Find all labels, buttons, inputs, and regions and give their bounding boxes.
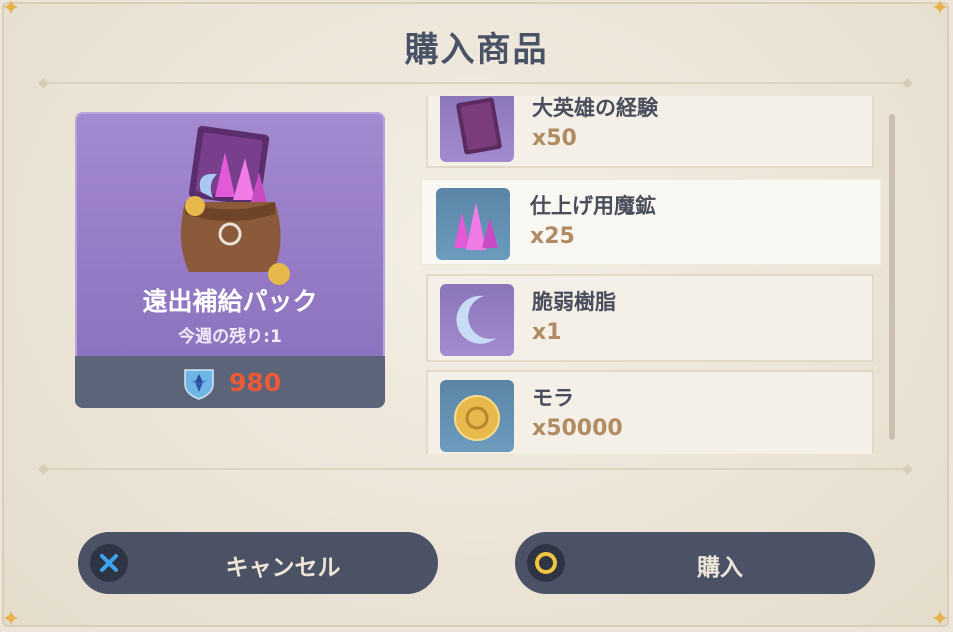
- cancel-button[interactable]: キャンセル: [78, 532, 438, 594]
- item-thumbnail: [440, 380, 514, 452]
- list-item[interactable]: 脆弱樹脂 x1: [426, 274, 874, 362]
- item-name: 大英雄の経験: [532, 96, 658, 120]
- divider-diamond-icon: ◆: [902, 75, 913, 91]
- cancel-x-icon: [90, 544, 128, 582]
- crystal-icon: [454, 202, 498, 250]
- buy-button-label: 購入: [697, 555, 743, 581]
- item-quantity: x50000: [532, 416, 623, 441]
- scroll-thumb[interactable]: [889, 114, 895, 440]
- item-thumbnail: [440, 284, 514, 356]
- divider-diamond-icon: ◆: [38, 461, 49, 477]
- book-icon: [456, 97, 502, 155]
- item-list[interactable]: 大英雄の経験 x50 仕上げ用魔鉱 x25 脆弱樹脂 x1 モラ x50000: [420, 96, 890, 454]
- divider-diamond-icon: ◆: [902, 461, 913, 477]
- list-scrollbar[interactable]: [888, 104, 896, 444]
- corner-star-icon: ✦: [930, 0, 950, 21]
- pack-price-value: 980: [229, 368, 282, 397]
- dialog-title: 購入商品: [404, 30, 549, 70]
- supply-bag-icon: [180, 125, 290, 285]
- corner-star-icon: ✦: [1, 607, 21, 632]
- list-item[interactable]: 仕上げ用魔鉱 x25: [420, 178, 882, 266]
- primogem-icon: [184, 369, 214, 400]
- divider-diamond-icon: ◆: [38, 75, 49, 91]
- item-name: 仕上げ用魔鉱: [530, 194, 656, 218]
- item-quantity: x50: [532, 126, 577, 151]
- pack-name: 遠出補給パック: [142, 287, 318, 316]
- corner-star-icon: ✦: [930, 607, 950, 632]
- divider: ◆ ◆: [38, 76, 913, 90]
- cancel-button-label: キャンセル: [225, 555, 341, 581]
- item-thumbnail: [440, 96, 514, 162]
- list-item[interactable]: モラ x50000: [426, 370, 874, 454]
- divider: ◆ ◆: [38, 462, 913, 476]
- item-quantity: x1: [532, 320, 562, 345]
- mora-coin-icon: [454, 395, 500, 441]
- buy-button[interactable]: 購入: [515, 532, 875, 594]
- pack-remaining: 今週の残り:1: [178, 327, 282, 347]
- item-quantity: x25: [530, 224, 575, 249]
- item-name: モラ: [532, 386, 574, 410]
- item-thumbnail: [436, 188, 510, 260]
- pack-price-bar: 980: [75, 356, 385, 408]
- corner-star-icon: ✦: [1, 0, 21, 21]
- list-item[interactable]: 大英雄の経験 x50: [426, 96, 874, 168]
- moon-resin-icon: [456, 295, 496, 344]
- confirm-circle-icon: [527, 544, 565, 582]
- item-name: 脆弱樹脂: [532, 290, 616, 314]
- pack-card: 遠出補給パック 今週の残り:1 980: [75, 112, 385, 408]
